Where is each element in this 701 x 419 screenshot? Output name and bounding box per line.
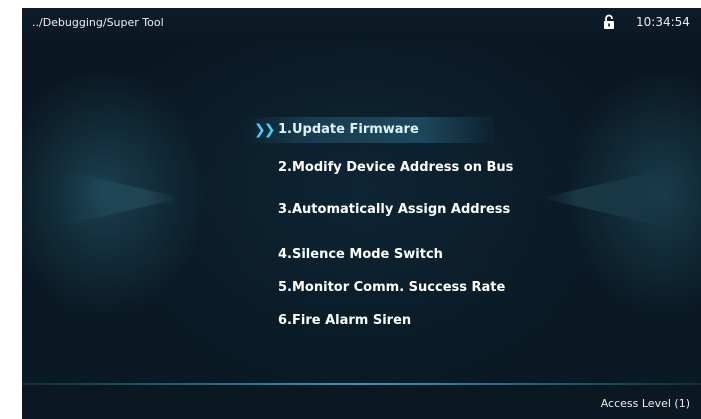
menu-item-label: 4.Silence Mode Switch [278,247,443,262]
device-display: ../Debugging/Super Tool 10:34:54 ❯❯ 1.Up… [22,8,701,419]
menu-item-label: 1.Update Firmware [278,122,419,137]
left-decoration [62,170,182,226]
menu-item-monitor-comm-success-rate[interactable]: 5.Monitor Comm. Success Rate [244,275,514,301]
menu-item-update-firmware[interactable]: ❯❯ 1.Update Firmware [244,117,494,143]
breadcrumb: ../Debugging/Super Tool [32,16,164,29]
menu-item-silence-mode-switch[interactable]: 4.Silence Mode Switch [244,242,514,268]
menu-item-auto-assign-address[interactable]: 3.Automatically Assign Address [244,197,514,223]
screen: ../Debugging/Super Tool 10:34:54 ❯❯ 1.Up… [0,0,701,419]
menu-item-modify-device-address[interactable]: 2.Modify Device Address on Bus [244,155,514,181]
access-level: Access Level (1) [600,397,690,410]
lock-icon[interactable] [602,14,616,30]
menu-item-label: 3.Automatically Assign Address [278,202,511,217]
clock: 10:34:54 [636,15,690,29]
top-bar: ../Debugging/Super Tool 10:34:54 [22,8,701,38]
footer-bar [22,385,701,419]
menu-item-fire-alarm-siren[interactable]: 6.Fire Alarm Siren [244,308,514,334]
menu-item-label: 2.Modify Device Address on Bus [278,160,514,175]
menu-item-label: 5.Monitor Comm. Success Rate [278,280,506,295]
right-decoration [541,170,661,226]
menu-item-label: 6.Fire Alarm Siren [278,313,412,328]
chevron-double-right-icon: ❯❯ [254,122,276,138]
